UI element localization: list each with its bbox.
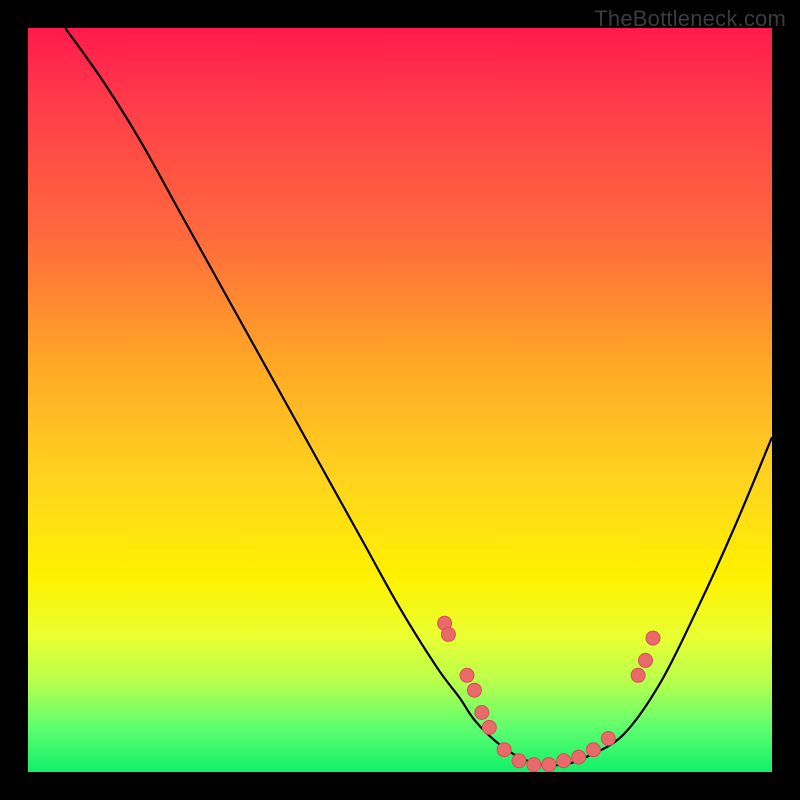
- data-marker: [601, 732, 615, 746]
- bottleneck-curve: [65, 28, 772, 766]
- data-marker: [631, 668, 645, 682]
- data-marker: [441, 627, 455, 641]
- data-marker: [572, 750, 586, 764]
- data-marker: [586, 743, 600, 757]
- data-marker: [512, 754, 526, 768]
- data-marker: [460, 668, 474, 682]
- watermark-text: TheBottleneck.com: [594, 6, 786, 32]
- data-marker: [527, 758, 541, 772]
- chart-frame: TheBottleneck.com: [0, 0, 800, 800]
- chart-svg: [28, 28, 772, 772]
- data-marker: [497, 743, 511, 757]
- data-marker: [557, 754, 571, 768]
- data-marker: [639, 653, 653, 667]
- marker-group: [438, 616, 660, 771]
- data-marker: [646, 631, 660, 645]
- data-marker: [542, 758, 556, 772]
- data-marker: [467, 683, 481, 697]
- data-marker: [482, 720, 496, 734]
- data-marker: [475, 706, 489, 720]
